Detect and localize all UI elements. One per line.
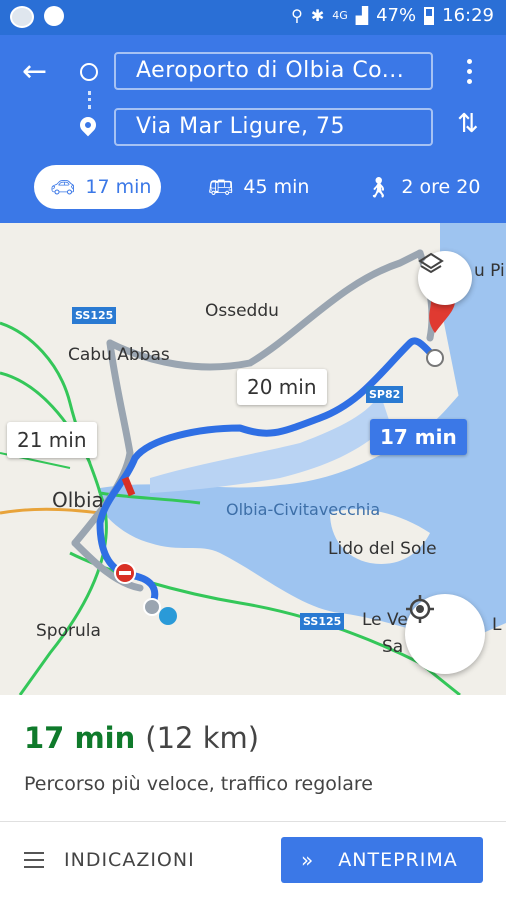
bus-icon: 🚌︎: [208, 175, 234, 199]
clock: 16:29: [442, 5, 494, 26]
road-badge-sp82: SP82: [366, 386, 404, 403]
label-strait: Olbia-Civitavecchia: [226, 500, 381, 519]
directions-button[interactable]: INDICAZIONI: [24, 849, 195, 871]
origin-field[interactable]: Aeroporto di Olbia Co...: [114, 52, 433, 90]
preview-button[interactable]: » ANTEPRIMA: [281, 837, 483, 883]
tab-transit[interactable]: 🚌︎ 45 min: [208, 165, 309, 209]
car-time: 17 min: [85, 176, 152, 198]
road-badge-ss125-bottom: SS125: [300, 613, 345, 630]
route-header: ← Aeroporto di Olbia Co... Via Mar Ligur…: [0, 35, 506, 223]
bluetooth-icon: ✱: [310, 6, 325, 25]
tab-car[interactable]: 🚗︎ 17 min: [34, 165, 161, 209]
network-type: 4G: [332, 9, 348, 22]
route-bubble-alt-1[interactable]: 20 min: [237, 369, 327, 405]
location-icon: ⚲: [291, 6, 303, 25]
swap-icon[interactable]: ⇅: [457, 109, 479, 139]
origin-marker: [143, 598, 161, 616]
label-cabu-abbas: Cabu Abbas: [68, 345, 170, 365]
my-location-button[interactable]: [405, 594, 485, 674]
tab-walk[interactable]: 🚶︎ 2 ore 20: [366, 165, 480, 209]
map-view[interactable]: Osseddu Cabu Abbas Olbia Sporula Lido de…: [0, 223, 506, 695]
route-description: Percorso più veloce, traffico regolare: [24, 773, 373, 795]
origin-circle-icon: [80, 63, 98, 81]
route-bubble-alt-2[interactable]: 21 min: [7, 422, 97, 458]
signal-icon: ▟: [355, 6, 369, 25]
label-lido: Lido del Sole: [328, 539, 437, 559]
crosshair-icon: [406, 595, 434, 623]
destination-pin-icon: [76, 113, 100, 137]
label-olbia: Olbia: [52, 488, 104, 512]
back-arrow-icon[interactable]: ←: [22, 57, 47, 87]
layers-button[interactable]: [418, 251, 472, 305]
label-osseddu: Osseddu: [205, 301, 279, 321]
route-time: 17 min: [24, 721, 136, 755]
destination-marker: [426, 349, 444, 367]
road-badge-ss125-top: SS125: [72, 307, 117, 324]
notification-icons: [10, 6, 64, 28]
system-status: ⚲ ✱ 4G ▟ 47% 16:29: [291, 5, 494, 26]
label-sa: Sa: [382, 637, 404, 657]
layers-icon: [418, 252, 444, 274]
route-time-distance: 17 min (12 km): [24, 721, 259, 755]
label-le-ve: Le Ve: [362, 610, 408, 630]
airport-icon: [159, 607, 177, 625]
preview-label: ANTEPRIMA: [338, 849, 458, 871]
route-summary-sheet: 17 min (12 km) Percorso più veloce, traff…: [0, 695, 506, 900]
travel-mode-tabs: 🚗︎ 17 min 🚌︎ 45 min 🚶︎ 2 ore 20: [0, 161, 506, 211]
destination-field[interactable]: Via Mar Ligure, 75: [114, 108, 433, 146]
status-bar: ⚲ ✱ 4G ▟ 47% 16:29: [0, 0, 506, 35]
more-options-icon[interactable]: [462, 59, 476, 87]
route-dots: [88, 91, 91, 109]
app-notification-icon: [10, 6, 34, 28]
no-entry-bar: [119, 571, 131, 575]
divider: [0, 821, 506, 822]
directions-label: INDICAZIONI: [64, 849, 195, 871]
car-icon: 🚗︎: [50, 175, 76, 199]
label-l: L: [492, 615, 502, 635]
battery-icon: [424, 6, 435, 25]
battery-percent: 47%: [376, 5, 417, 26]
label-sporula: Sporula: [36, 621, 101, 641]
list-icon: [24, 852, 44, 868]
walk-icon: 🚶︎: [366, 175, 392, 199]
walk-time: 2 ore 20: [401, 176, 481, 198]
settings-notification-icon: [44, 6, 64, 26]
label-pi: u Pi: [474, 261, 505, 281]
route-bubble-selected[interactable]: 17 min: [370, 419, 467, 455]
transit-time: 45 min: [243, 176, 310, 198]
chevrons-icon: »: [301, 848, 315, 872]
route-distance: (12 km): [145, 721, 260, 755]
